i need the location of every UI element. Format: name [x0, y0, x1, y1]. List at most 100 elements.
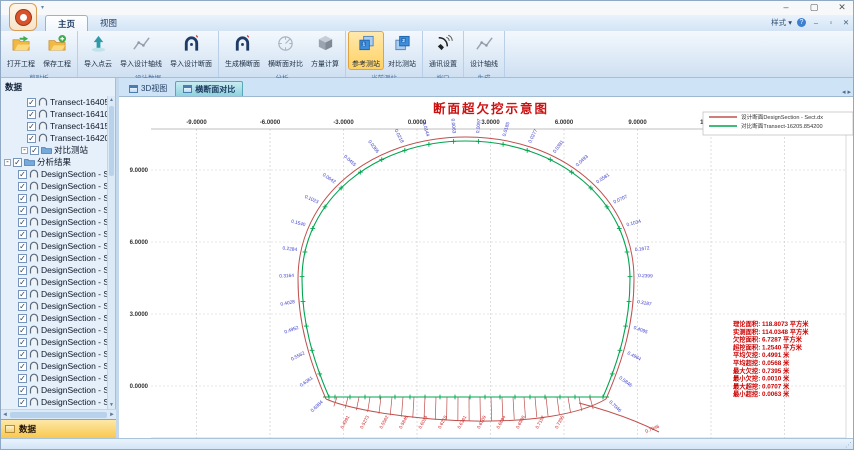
app-button[interactable]	[9, 3, 37, 31]
tree-item-section[interactable]: ✓DesignSection - Sect	[1, 228, 116, 240]
tree-horizontal-scrollbar[interactable]: ◄ ►	[1, 409, 116, 419]
scroll-right-icon[interactable]: ►	[109, 412, 115, 418]
ribbon-tab-view[interactable]: 视图	[88, 15, 129, 31]
scrollbar-thumb[interactable]	[10, 412, 107, 418]
tree-item-label: DesignSection - Sect	[41, 313, 107, 323]
ribbon-group: 打开工程保存工程剪贴板	[1, 31, 78, 77]
tab-scroll-icons[interactable]: ◂ ▸	[842, 88, 854, 96]
tree-checkbox[interactable]: ✓	[18, 338, 27, 347]
window-minimize-icon[interactable]: –	[779, 2, 793, 13]
tree-checkbox[interactable]: ✓	[18, 266, 27, 275]
tree-item-section[interactable]: ✓DesignSection - Sect	[1, 264, 116, 276]
tree-expander-icon[interactable]: -	[4, 159, 11, 166]
tree-item-section[interactable]: ✓DesignSection - Sect	[1, 300, 116, 312]
tree-checkbox[interactable]: ✓	[18, 230, 27, 239]
tree-checkbox[interactable]: ✓	[18, 326, 27, 335]
tree-item-section[interactable]: ✓DesignSection - Sect	[1, 216, 116, 228]
data-panel-bottom-tab[interactable]: 数据	[1, 419, 116, 438]
tree-item-section[interactable]: ✓DesignSection - Sect	[1, 240, 116, 252]
tree-item-section[interactable]: ✓Transect-16410.85	[1, 108, 116, 120]
tree-item-section[interactable]: ✓DesignSection - Sect	[1, 180, 116, 192]
tree-checkbox[interactable]: ✓	[27, 122, 36, 131]
reference-station-button[interactable]: 1参考测站	[348, 31, 384, 70]
tree-item-section[interactable]: ✓DesignSection - Sect	[1, 336, 116, 348]
tree-checkbox[interactable]: ✓	[18, 314, 27, 323]
tree-checkbox[interactable]: ✓	[18, 290, 27, 299]
tree-item-label: Transect-16405.85	[50, 97, 107, 107]
tree-checkbox[interactable]: ✓	[18, 206, 27, 215]
import-design-axis-button[interactable]: 导入设计轴线	[116, 31, 166, 70]
tree-item-folder[interactable]: -✓分析结果	[1, 156, 116, 168]
tree-item-section[interactable]: ✓DesignSection - Sect	[1, 360, 116, 372]
tree-checkbox[interactable]: ✓	[18, 350, 27, 359]
svg-text:6.0000: 6.0000	[130, 240, 149, 246]
tree-checkbox[interactable]: ✓	[18, 194, 27, 203]
doc-minimize-icon[interactable]: –	[811, 18, 821, 27]
tree-vertical-scrollbar[interactable]: ▲ ▼	[107, 96, 115, 409]
doc-tab-3d-view[interactable]: 3D视图	[121, 81, 175, 96]
svg-text:超挖面积: 1.2540 平方米: 超挖面积: 1.2540 平方米	[732, 342, 803, 351]
help-icon[interactable]: ?	[797, 18, 806, 27]
tree-item-section[interactable]: ✓DesignSection - Sect	[1, 276, 116, 288]
tree-checkbox[interactable]: ✓	[18, 374, 27, 383]
save-project-button[interactable]: 保存工程	[39, 31, 75, 70]
tree-expander-icon[interactable]: -	[21, 147, 28, 154]
tree-checkbox[interactable]: ✓	[13, 158, 22, 167]
style-button[interactable]: 样式 ▾	[771, 17, 792, 28]
tree-checkbox[interactable]: ✓	[18, 218, 27, 227]
tree-checkbox[interactable]: ✓	[27, 110, 36, 119]
tunnel-section-icon	[29, 277, 39, 288]
design-axis-button[interactable]: 设计轴线	[466, 31, 502, 70]
doc-close-icon[interactable]: ✕	[841, 18, 851, 27]
tree-item-section[interactable]: ✓Transect-16420.85	[1, 132, 116, 144]
compare-station-button[interactable]: 2对比测站	[384, 31, 420, 70]
window-close-icon[interactable]: ✕	[835, 2, 849, 13]
tree-checkbox[interactable]: ✓	[18, 302, 27, 311]
cross-section-compare-button[interactable]: 横断面对比	[264, 31, 307, 70]
tree-item-section[interactable]: ✓DesignSection - Sect	[1, 348, 116, 360]
ribbon-tab-home[interactable]: 主页	[45, 15, 88, 31]
tree-item-section[interactable]: ✓DesignSection - Sect	[1, 384, 116, 396]
open-project-button[interactable]: 打开工程	[3, 31, 39, 70]
tree-item-folder[interactable]: -✓对比测站	[1, 144, 116, 156]
generate-cross-section-button[interactable]: 生成横断面	[221, 31, 264, 70]
tree-checkbox[interactable]: ✓	[30, 146, 39, 155]
tree-checkbox[interactable]: ✓	[18, 362, 27, 371]
tree-item-section[interactable]: ✓DesignSection - Sect	[1, 396, 116, 408]
scroll-up-icon[interactable]: ▲	[108, 96, 115, 104]
doc-tab-cross-section-compare[interactable]: 横断面对比	[175, 81, 243, 96]
tree-checkbox[interactable]: ✓	[18, 254, 27, 263]
tree-checkbox[interactable]: ✓	[27, 98, 36, 107]
scroll-down-icon[interactable]: ▼	[108, 401, 115, 409]
tree-item-section[interactable]: ✓DesignSection - Sect	[1, 204, 116, 216]
comm-settings-button[interactable]: 通讯设置	[425, 31, 461, 70]
tree-item-section[interactable]: ✓ DesignSection - Sect	[1, 312, 116, 324]
scrollbar-thumb[interactable]	[109, 106, 114, 176]
tree-checkbox[interactable]: ✓	[18, 182, 27, 191]
resize-grip-icon[interactable]: ⋰	[845, 441, 853, 449]
tree-checkbox[interactable]: ✓	[27, 134, 36, 143]
tree-item-section[interactable]: ✓DesignSection - Sect	[1, 168, 116, 180]
tree-checkbox[interactable]: ✓	[18, 242, 27, 251]
svg-text:0.2399: 0.2399	[638, 273, 653, 280]
tree-checkbox[interactable]: ✓	[18, 278, 27, 287]
cross-section-chart[interactable]: -9.0000-6.0000-3.00000.00003.00006.00009…	[119, 96, 854, 438]
tree-checkbox[interactable]: ✓	[18, 170, 27, 179]
tree-checkbox[interactable]: ✓	[18, 398, 27, 407]
tree-item-section[interactable]: ✓DesignSection - Sect	[1, 372, 116, 384]
tree-item-section[interactable]: ✓DesignSection - Sect	[1, 324, 116, 336]
import-point-cloud-button[interactable]: 导入点云	[80, 31, 116, 70]
window-maximize-icon[interactable]: ▢	[807, 2, 821, 13]
volume-calculation-button[interactable]: 方量计算	[307, 31, 343, 70]
tree-item-section[interactable]: ✓DesignSection - Sect	[1, 252, 116, 264]
tree-item-section[interactable]: ✓DesignSection - Sect	[1, 288, 116, 300]
import-design-section-button[interactable]: 导入设计断面	[166, 31, 216, 70]
tree-item-section[interactable]: ✓ Transect-16405.85	[1, 96, 116, 108]
tree-item-section[interactable]: ✓Transect-16415.85	[1, 120, 116, 132]
scroll-left-icon[interactable]: ◄	[2, 412, 8, 418]
quick-access-dropdown-icon[interactable]: ▾	[41, 4, 44, 11]
tree-checkbox[interactable]: ✓	[18, 386, 27, 395]
doc-restore-icon[interactable]: ▫	[826, 18, 836, 27]
window-icon	[183, 85, 192, 93]
tree-item-section[interactable]: ✓DesignSection - Sect	[1, 192, 116, 204]
